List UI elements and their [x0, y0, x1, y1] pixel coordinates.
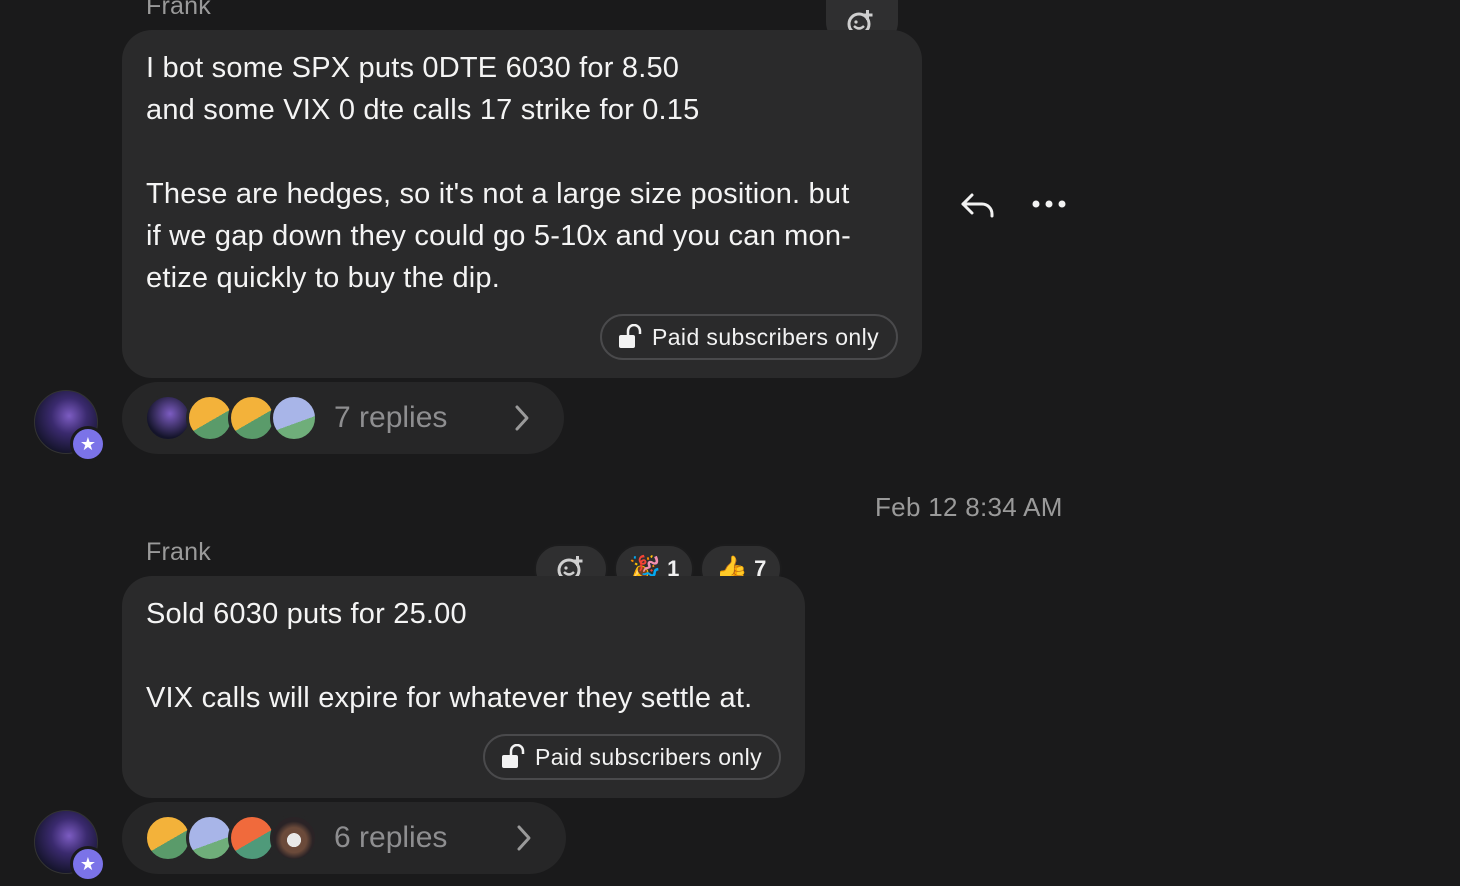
reply-avatar: [228, 814, 276, 862]
replies-count: 6 replies: [334, 821, 448, 854]
reply-avatar: [228, 394, 276, 442]
message-bubble: I bot some SPX puts 0DTE 6030 for 8.50 a…: [122, 30, 922, 378]
chevron-right-icon: [517, 825, 531, 851]
reply-arrow-icon: [961, 193, 994, 218]
message-text: Sold 6030 puts for 25.00 VIX calls will …: [146, 598, 753, 714]
replies-button[interactable]: 6 replies: [122, 802, 566, 874]
reply-avatar: [144, 394, 192, 442]
replies-button[interactable]: 7 replies: [122, 382, 564, 454]
chevron-right-icon: [515, 405, 529, 431]
message-text: I bot some SPX puts 0DTE 6030 for 8.50 a…: [146, 52, 852, 294]
paid-label: Paid subscribers only: [652, 323, 880, 350]
paid-subscribers-badge[interactable]: Paid subscribers only: [600, 314, 898, 360]
message-bubble: Sold 6030 puts for 25.00 VIX calls will …: [122, 576, 805, 798]
author-name: Frank: [146, 538, 211, 566]
reply-avatar: [270, 394, 318, 442]
reply-avatar: [186, 814, 234, 862]
reply-avatar: [144, 814, 192, 862]
author-name: Frank: [146, 0, 211, 20]
unlock-icon: [502, 744, 525, 768]
reply-avatar: [186, 394, 234, 442]
reply-button[interactable]: [958, 186, 998, 226]
paid-label: Paid subscribers only: [535, 743, 763, 770]
paid-subscribers-badge[interactable]: Paid subscribers only: [483, 734, 781, 780]
reply-avatars: [144, 814, 318, 862]
star-badge-icon: ★: [70, 846, 106, 882]
message-timestamp: Feb 12 8:34 AM: [875, 492, 1063, 522]
more-dots-icon: [1032, 200, 1066, 208]
star-badge-icon: ★: [70, 426, 106, 462]
reply-avatar: [270, 814, 318, 862]
reply-avatars: [144, 394, 318, 442]
unlock-icon: [619, 324, 642, 348]
more-options-button[interactable]: [1030, 190, 1070, 220]
replies-count: 7 replies: [334, 401, 448, 434]
